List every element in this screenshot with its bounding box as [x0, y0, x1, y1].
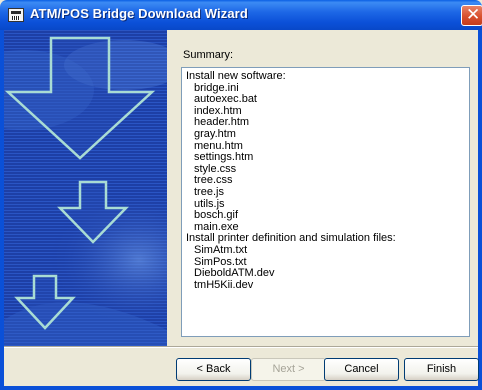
window-frame-right: [478, 30, 482, 390]
summary-list-box[interactable]: Install new software: bridge.ini autoexec.…: [181, 67, 470, 337]
button-separator: [4, 346, 478, 348]
atm-terminal-icon: [8, 8, 24, 22]
summary-heading: Install new software:: [186, 70, 286, 82]
summary-file-item: tmH5Kii.dev: [194, 278, 254, 291]
summary-file-item: SimAtm.txt: [194, 243, 248, 256]
finish-button[interactable]: Finish: [404, 358, 479, 381]
wizard-window: ATM/POS Bridge Download Wizard ✕ Summary…: [0, 0, 482, 390]
summary-file-item: bosch.gif: [194, 209, 239, 222]
wizard-banner-image: [4, 30, 167, 346]
summary-file-item: DieboldATM.dev: [194, 267, 275, 280]
summary-list: Install new software: bridge.ini autoexec.…: [186, 70, 396, 291]
next-button[interactable]: Next >: [251, 358, 326, 381]
close-button[interactable]: ✕: [461, 5, 482, 26]
cancel-button[interactable]: Cancel: [324, 358, 399, 381]
summary-file-item: tree.js: [194, 185, 224, 198]
window-title: ATM/POS Bridge Download Wizard: [30, 6, 248, 21]
close-icon: ✕: [466, 5, 481, 25]
back-button[interactable]: < Back: [176, 358, 251, 381]
window-frame-bottom: [0, 386, 482, 390]
summary-label: Summary:: [183, 49, 234, 61]
summary-file-item: settings.htm: [194, 151, 254, 164]
summary-file-item: gray.htm: [194, 127, 236, 140]
title-bar[interactable]: ATM/POS Bridge Download Wizard ✕: [0, 0, 482, 30]
